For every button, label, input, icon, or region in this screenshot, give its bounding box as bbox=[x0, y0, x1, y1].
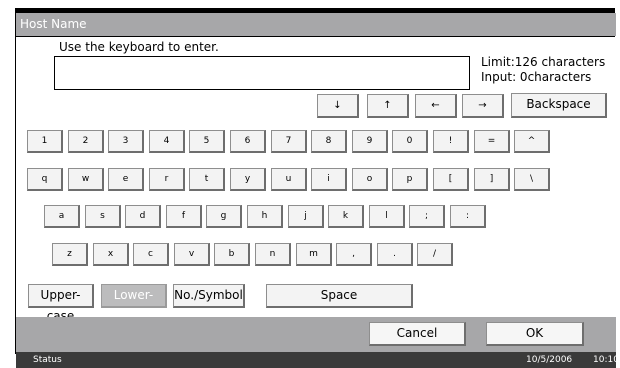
key-g[interactable]: g bbox=[206, 205, 242, 228]
key-1[interactable]: 1 bbox=[27, 130, 63, 153]
status-time: 10:10 bbox=[593, 355, 619, 365]
key-8[interactable]: 8 bbox=[311, 130, 347, 153]
key-k[interactable]: k bbox=[328, 205, 364, 228]
space-key[interactable]: Space bbox=[266, 284, 413, 308]
key-c[interactable]: c bbox=[133, 243, 169, 266]
key-e[interactable]: e bbox=[108, 168, 144, 191]
key-3[interactable]: 3 bbox=[108, 130, 144, 153]
input-count-text: Input: 0characters bbox=[481, 70, 592, 84]
key-symbol[interactable]: , bbox=[336, 243, 372, 266]
status-label[interactable]: Status bbox=[33, 352, 62, 368]
hostname-input[interactable] bbox=[54, 56, 470, 90]
number-symbol-button[interactable]: No./Symbol bbox=[173, 284, 245, 308]
key-j[interactable]: j bbox=[288, 205, 324, 228]
key-symbol[interactable]: ! bbox=[433, 130, 469, 153]
key-y[interactable]: y bbox=[230, 168, 266, 191]
cursor-down-key[interactable]: ↓ bbox=[317, 94, 359, 118]
status-date: 10/5/2006 bbox=[526, 355, 573, 365]
cursor-right-key[interactable]: → bbox=[462, 94, 504, 118]
cursor-up-key[interactable]: ↑ bbox=[367, 94, 409, 118]
key-s[interactable]: s bbox=[85, 205, 121, 228]
key-z[interactable]: z bbox=[52, 243, 88, 266]
key-o[interactable]: o bbox=[352, 168, 388, 191]
key-q[interactable]: q bbox=[27, 168, 63, 191]
key-u[interactable]: u bbox=[271, 168, 307, 191]
key-h[interactable]: h bbox=[247, 205, 283, 228]
key-6[interactable]: 6 bbox=[230, 130, 266, 153]
key-symbol[interactable]: ^ bbox=[514, 130, 550, 153]
title-bar: Host Name bbox=[16, 13, 616, 36]
status-bar: Status 10/5/2006 10:10 bbox=[16, 352, 619, 368]
backspace-button[interactable]: Backspace bbox=[511, 93, 607, 118]
key-n[interactable]: n bbox=[255, 243, 291, 266]
character-limit: Limit:126 characters Input: 0characters bbox=[481, 55, 605, 85]
key-7[interactable]: 7 bbox=[271, 130, 307, 153]
key-5[interactable]: 5 bbox=[189, 130, 225, 153]
limit-text: Limit:126 characters bbox=[481, 55, 606, 69]
cursor-left-key[interactable]: ← bbox=[415, 94, 457, 118]
key-x[interactable]: x bbox=[93, 243, 129, 266]
key-r[interactable]: r bbox=[149, 168, 185, 191]
key-l[interactable]: l bbox=[369, 205, 405, 228]
key-d[interactable]: d bbox=[125, 205, 161, 228]
key-4[interactable]: 4 bbox=[149, 130, 185, 153]
key-w[interactable]: w bbox=[68, 168, 104, 191]
key-symbol[interactable]: \ bbox=[514, 168, 550, 191]
key-i[interactable]: i bbox=[311, 168, 347, 191]
instruction-text: Use the keyboard to enter. bbox=[59, 40, 219, 54]
key-symbol[interactable]: ; bbox=[409, 205, 445, 228]
key-a[interactable]: a bbox=[44, 205, 80, 228]
cancel-button[interactable]: Cancel bbox=[369, 322, 466, 346]
key-symbol[interactable]: . bbox=[377, 243, 413, 266]
key-9[interactable]: 9 bbox=[352, 130, 388, 153]
key-v[interactable]: v bbox=[174, 243, 210, 266]
key-symbol[interactable]: : bbox=[450, 205, 486, 228]
key-symbol[interactable]: ] bbox=[474, 168, 510, 191]
lower-case-button[interactable]: Lower-case bbox=[101, 284, 167, 323]
key-0[interactable]: 0 bbox=[392, 130, 428, 153]
key-b[interactable]: b bbox=[214, 243, 250, 266]
key-t[interactable]: t bbox=[189, 168, 225, 191]
key-symbol[interactable]: = bbox=[474, 130, 510, 153]
ok-button[interactable]: OK bbox=[486, 322, 584, 346]
key-symbol[interactable]: / bbox=[417, 243, 453, 266]
key-f[interactable]: f bbox=[166, 205, 202, 228]
key-symbol[interactable]: [ bbox=[433, 168, 469, 191]
key-m[interactable]: m bbox=[296, 243, 332, 266]
key-p[interactable]: p bbox=[392, 168, 428, 191]
upper-case-button[interactable]: Upper-case bbox=[28, 284, 94, 323]
key-2[interactable]: 2 bbox=[68, 130, 104, 153]
